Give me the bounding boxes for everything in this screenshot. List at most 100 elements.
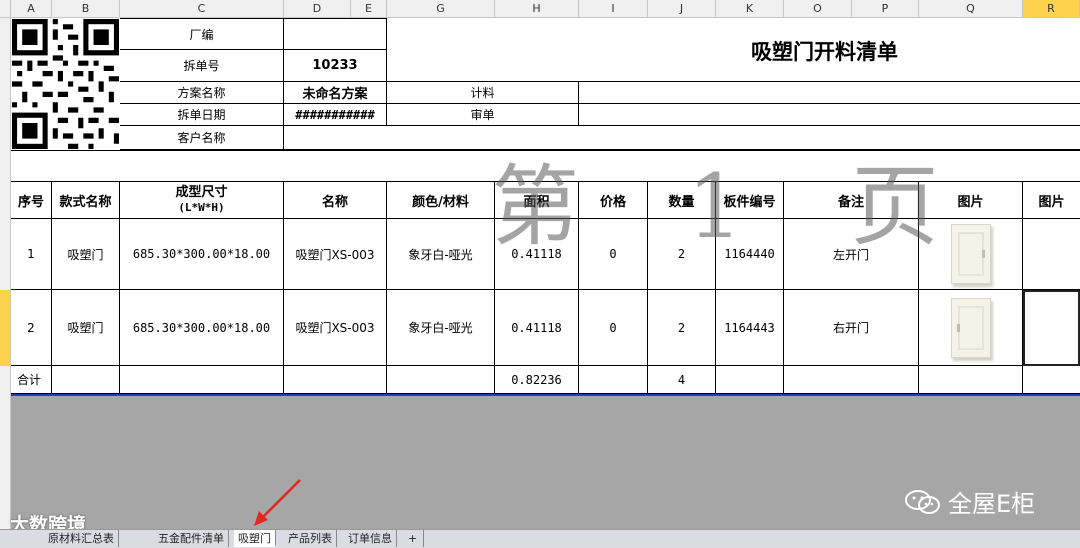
- r2-size[interactable]: 685.30*300.00*18.00: [120, 290, 284, 366]
- col-header-b[interactable]: B: [52, 0, 120, 17]
- scheme-label: 方案名称: [120, 82, 284, 104]
- th-no: 序号: [11, 182, 52, 219]
- r2-image[interactable]: [919, 290, 1023, 366]
- col-header-i[interactable]: I: [579, 0, 648, 17]
- r1-no[interactable]: 1: [11, 219, 52, 290]
- total-name[interactable]: [284, 366, 387, 394]
- wechat-icon: [905, 489, 940, 514]
- billing-label: 计料: [387, 82, 579, 104]
- total-note[interactable]: [784, 366, 919, 394]
- col-header-r[interactable]: R: [1023, 0, 1080, 17]
- r2-area[interactable]: 0.41118: [495, 290, 579, 366]
- r1-qty[interactable]: 2: [648, 219, 716, 290]
- col-header-d[interactable]: D: [284, 0, 351, 17]
- total-image[interactable]: [919, 366, 1023, 394]
- date-value[interactable]: ###########: [284, 104, 387, 126]
- customer-label: 客户名称: [120, 126, 284, 150]
- th-size-label: 成型尺寸: [175, 185, 228, 200]
- col-header-o[interactable]: O: [784, 0, 852, 17]
- col-header-e[interactable]: E: [351, 0, 387, 17]
- r2-no[interactable]: 2: [11, 290, 52, 366]
- r1-image-2[interactable]: [1023, 219, 1080, 290]
- r1-part[interactable]: 1164440: [716, 219, 784, 290]
- col-header-a[interactable]: A: [11, 0, 52, 17]
- th-style: 款式名称: [52, 182, 120, 219]
- total-color[interactable]: [387, 366, 495, 394]
- tab-order-info[interactable]: 订单信息: [344, 530, 397, 547]
- total-image-2[interactable]: [1023, 366, 1080, 394]
- title-cell[interactable]: [387, 18, 1080, 82]
- total-part[interactable]: [716, 366, 784, 394]
- qr-code-icon: [12, 19, 119, 149]
- r2-qty[interactable]: 2: [648, 290, 716, 366]
- sheet-title: 吸塑门开料清单: [751, 39, 898, 64]
- spacer-row[interactable]: [11, 150, 1080, 182]
- total-area[interactable]: 0.82236: [495, 366, 579, 394]
- annotation-arrow-icon: [254, 479, 301, 526]
- th-name: 名称: [284, 182, 387, 219]
- r1-area[interactable]: 0.41118: [495, 219, 579, 290]
- total-style[interactable]: [52, 366, 120, 394]
- worksheet[interactable]: 厂编 拆单号 10233 方案名称 未命名方案 计料 拆单日期 ########…: [11, 18, 1080, 396]
- r1-name[interactable]: 吸塑门XS-003: [284, 219, 387, 290]
- tab-vacuum-door[interactable]: 吸塑门: [234, 530, 276, 547]
- row-header-selected[interactable]: [0, 290, 10, 366]
- r1-color[interactable]: 象牙白-哑光: [387, 219, 495, 290]
- watermark-right: 全屋E柜: [904, 484, 1035, 519]
- review-value[interactable]: [579, 104, 1080, 126]
- th-size: 成型尺寸 (L*W*H): [120, 182, 284, 219]
- door-image-icon: [950, 297, 991, 358]
- billing-value[interactable]: [579, 82, 1080, 104]
- r2-part[interactable]: 1164443: [716, 290, 784, 366]
- customer-value[interactable]: [284, 126, 1080, 150]
- tab-product-list[interactable]: 产品列表: [284, 530, 337, 547]
- order-no-value[interactable]: 10233: [284, 50, 387, 82]
- door-image-icon: [950, 224, 991, 284]
- col-header-c[interactable]: C: [120, 0, 284, 17]
- tab-material-summary[interactable]: 原材料汇总表: [44, 530, 119, 547]
- total-qty[interactable]: 4: [648, 366, 716, 394]
- r1-size[interactable]: 685.30*300.00*18.00: [120, 219, 284, 290]
- r1-price[interactable]: 0: [579, 219, 648, 290]
- column-header-bar: A B C D E G H I J K O P Q R: [0, 0, 1080, 18]
- watermark-right-text: 全屋E柜: [948, 490, 1036, 518]
- th-qty: 数量: [648, 182, 716, 219]
- total-size[interactable]: [120, 366, 284, 394]
- total-price[interactable]: [579, 366, 648, 394]
- col-header-g[interactable]: G: [387, 0, 495, 17]
- review-label: 审单: [387, 104, 579, 126]
- th-image: 图片: [919, 182, 1023, 219]
- scheme-value[interactable]: 未命名方案: [284, 82, 387, 104]
- factory-label: 厂编: [120, 18, 284, 50]
- add-sheet-icon[interactable]: +: [404, 530, 424, 547]
- r1-image[interactable]: [919, 219, 1023, 290]
- th-price: 价格: [579, 182, 648, 219]
- r1-style[interactable]: 吸塑门: [52, 219, 120, 290]
- factory-value[interactable]: [284, 18, 387, 50]
- col-header-h[interactable]: H: [495, 0, 579, 17]
- th-area: 面积: [495, 182, 579, 219]
- r2-note[interactable]: 右开门: [784, 290, 919, 366]
- tab-hardware-list[interactable]: 五金配件清单: [154, 530, 229, 547]
- r2-price[interactable]: 0: [579, 290, 648, 366]
- row-header-bar: [0, 18, 11, 530]
- order-no-label: 拆单号: [120, 50, 284, 82]
- col-header-q[interactable]: Q: [919, 0, 1023, 17]
- th-color: 颜色/材料: [387, 182, 495, 219]
- th-note: 备注: [784, 182, 919, 219]
- selected-cell[interactable]: [1023, 290, 1080, 366]
- r2-color[interactable]: 象牙白-哑光: [387, 290, 495, 366]
- r2-style[interactable]: 吸塑门: [52, 290, 120, 366]
- col-header-j[interactable]: J: [648, 0, 716, 17]
- total-label: 合计: [11, 366, 52, 394]
- r2-name[interactable]: 吸塑门XS-003: [284, 290, 387, 366]
- select-all-corner[interactable]: [0, 0, 11, 17]
- col-header-p[interactable]: P: [852, 0, 919, 17]
- col-header-k[interactable]: K: [716, 0, 784, 17]
- print-area-border: [11, 394, 1080, 396]
- sheet-tab-bar: 原材料汇总表 五金配件清单 吸塑门 产品列表 订单信息 +: [0, 529, 1080, 548]
- th-image-2: 图片: [1023, 182, 1080, 219]
- r1-note[interactable]: 左开门: [784, 219, 919, 290]
- th-part: 板件编号: [716, 182, 784, 219]
- date-label: 拆单日期: [120, 104, 284, 126]
